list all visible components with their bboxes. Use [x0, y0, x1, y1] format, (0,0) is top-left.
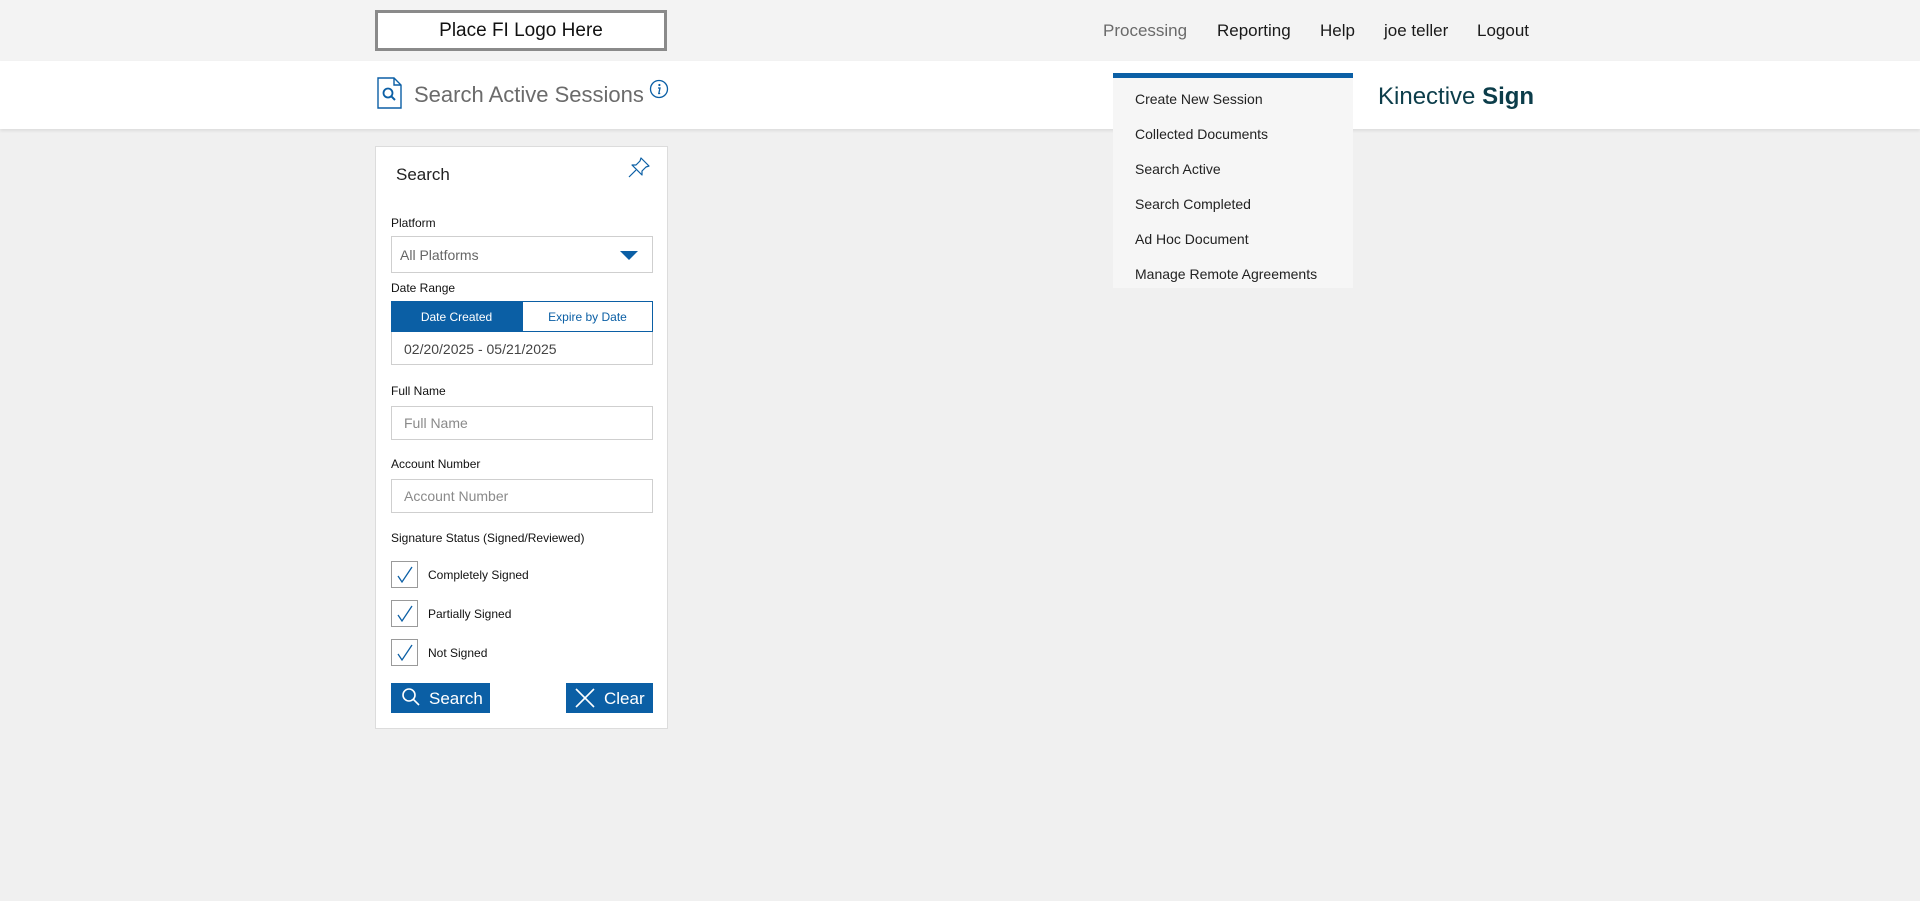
date-range-label: Date Range [391, 281, 456, 295]
brand-logo: Kinective Sign [1378, 83, 1534, 111]
nav-processing[interactable]: Processing [1103, 21, 1187, 41]
caret-down-icon [620, 251, 638, 260]
platform-selected-value: All Platforms [400, 247, 479, 263]
search-button-label: Search [429, 689, 483, 708]
fi-logo-placeholder: Place FI Logo Here [375, 10, 667, 51]
partially-signed-label: Partially Signed [428, 607, 512, 621]
search-document-icon [377, 77, 402, 109]
checkmark-icon [397, 566, 413, 584]
nav-user-menu[interactable]: joe teller [1384, 21, 1448, 41]
nav-reporting[interactable]: Reporting [1217, 21, 1291, 41]
account-number-label: Account Number [391, 457, 481, 471]
nav-help[interactable]: Help [1320, 21, 1355, 41]
top-bar: Place FI Logo Here Processing Reporting … [0, 0, 1920, 61]
full-name-label: Full Name [391, 384, 446, 398]
platform-label: Platform [391, 216, 436, 230]
date-created-toggle[interactable]: Date Created [391, 301, 522, 332]
nav-logout[interactable]: Logout [1477, 21, 1529, 41]
search-panel: Search Platform All Platforms Date Range… [375, 146, 668, 729]
signature-status-label: Signature Status (Signed/Reviewed) [391, 531, 585, 545]
account-number-input[interactable] [391, 479, 653, 513]
expire-by-date-toggle[interactable]: Expire by Date [522, 301, 653, 332]
full-name-input[interactable] [391, 406, 653, 440]
brand-name: Kinective [1378, 83, 1483, 110]
menu-item-manage-remote-agreements[interactable]: Manage Remote Agreements [1135, 266, 1317, 282]
menu-item-ad-hoc-document[interactable]: Ad Hoc Document [1135, 231, 1249, 247]
menu-item-search-active[interactable]: Search Active [1135, 161, 1221, 177]
not-signed-checkbox[interactable] [391, 639, 418, 666]
logo-text: Place FI Logo Here [439, 19, 603, 41]
brand-name-bold: Sign [1482, 83, 1535, 110]
processing-dropdown-menu: Create New Session Collected Documents S… [1113, 73, 1353, 288]
not-signed-label: Not Signed [428, 646, 488, 660]
completely-signed-checkbox[interactable] [391, 561, 418, 588]
menu-item-create-new-session[interactable]: Create New Session [1135, 91, 1263, 107]
pin-icon[interactable] [626, 155, 652, 181]
date-range-input[interactable]: 02/20/2025 - 05/21/2025 [391, 332, 653, 365]
menu-item-collected-documents[interactable]: Collected Documents [1135, 126, 1268, 142]
menu-item-search-completed[interactable]: Search Completed [1135, 196, 1251, 212]
page-title: Search Active Sessions [414, 82, 644, 107]
clear-button[interactable]: Clear [566, 683, 653, 713]
search-panel-title: Search [396, 165, 450, 184]
search-button[interactable]: Search [391, 683, 490, 713]
checkmark-icon [397, 605, 413, 623]
checkmark-icon [397, 644, 413, 662]
info-icon[interactable] [649, 79, 669, 99]
magnifier-icon [402, 688, 420, 706]
completely-signed-label: Completely Signed [428, 568, 529, 582]
page-header-bar [0, 61, 1920, 129]
partially-signed-checkbox[interactable] [391, 600, 418, 627]
clear-button-label: Clear [604, 689, 645, 708]
date-type-toggle: Date Created Expire by Date [391, 301, 653, 332]
close-icon [575, 688, 595, 708]
platform-select[interactable]: All Platforms [391, 236, 653, 273]
